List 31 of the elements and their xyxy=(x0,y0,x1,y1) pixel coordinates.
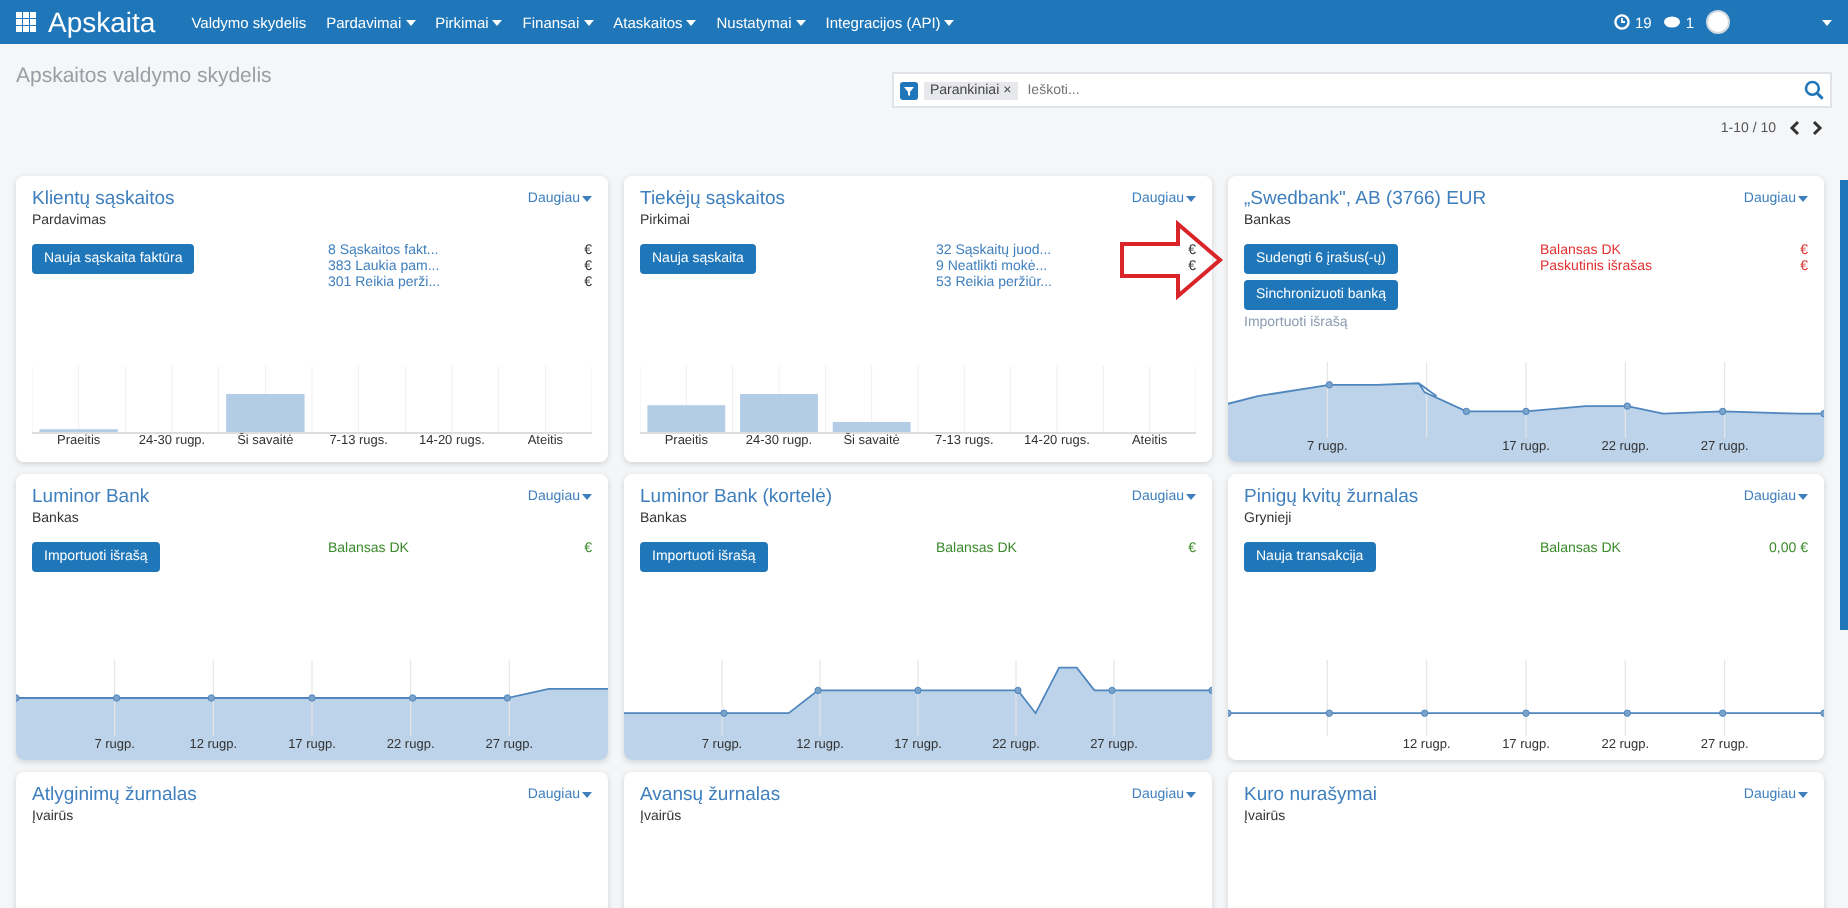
caret-icon xyxy=(1186,196,1196,202)
card-title: Kuro nurašymai xyxy=(1244,784,1378,806)
next-page-button[interactable] xyxy=(1812,120,1824,136)
scrollbar[interactable] xyxy=(1840,180,1848,630)
app-title: Apskaita xyxy=(48,6,156,38)
card-title: Klientų sąskaitos xyxy=(32,188,175,210)
card-title: „Swedbank", AB (3766) EUR xyxy=(1244,188,1487,210)
arrow-annotation xyxy=(1120,222,1224,298)
card-title: Luminor Bank xyxy=(32,486,150,508)
caret-icon xyxy=(582,792,592,798)
card-title: Pinigų kvitų žurnalas xyxy=(1244,486,1419,508)
apps-grid-icon[interactable] xyxy=(16,12,36,32)
caret-icon xyxy=(1798,792,1808,798)
card-title: Tiekėjų sąskaitos xyxy=(640,188,786,210)
filter-icon xyxy=(900,81,918,99)
caret-icon xyxy=(1186,792,1196,798)
search-icon[interactable] xyxy=(1804,80,1824,100)
caret-icon xyxy=(1186,494,1196,500)
card-title: Luminor Bank (kortelė) xyxy=(640,486,833,508)
card-title: Avansų žurnalas xyxy=(640,784,781,806)
previous-page-button[interactable] xyxy=(1788,120,1800,136)
chat-icon xyxy=(1663,15,1682,29)
caret-icon xyxy=(1822,19,1832,25)
caret-icon xyxy=(582,494,592,500)
caret-icon xyxy=(582,196,592,202)
user-avatar[interactable] xyxy=(1706,10,1730,34)
page-title: Apskaitos valdymo skydelis xyxy=(16,64,272,92)
card-title: Atlyginimų žurnalas xyxy=(32,784,197,806)
clock-icon xyxy=(1614,14,1631,30)
caret-icon xyxy=(1798,196,1808,202)
caret-icon xyxy=(1798,494,1808,500)
